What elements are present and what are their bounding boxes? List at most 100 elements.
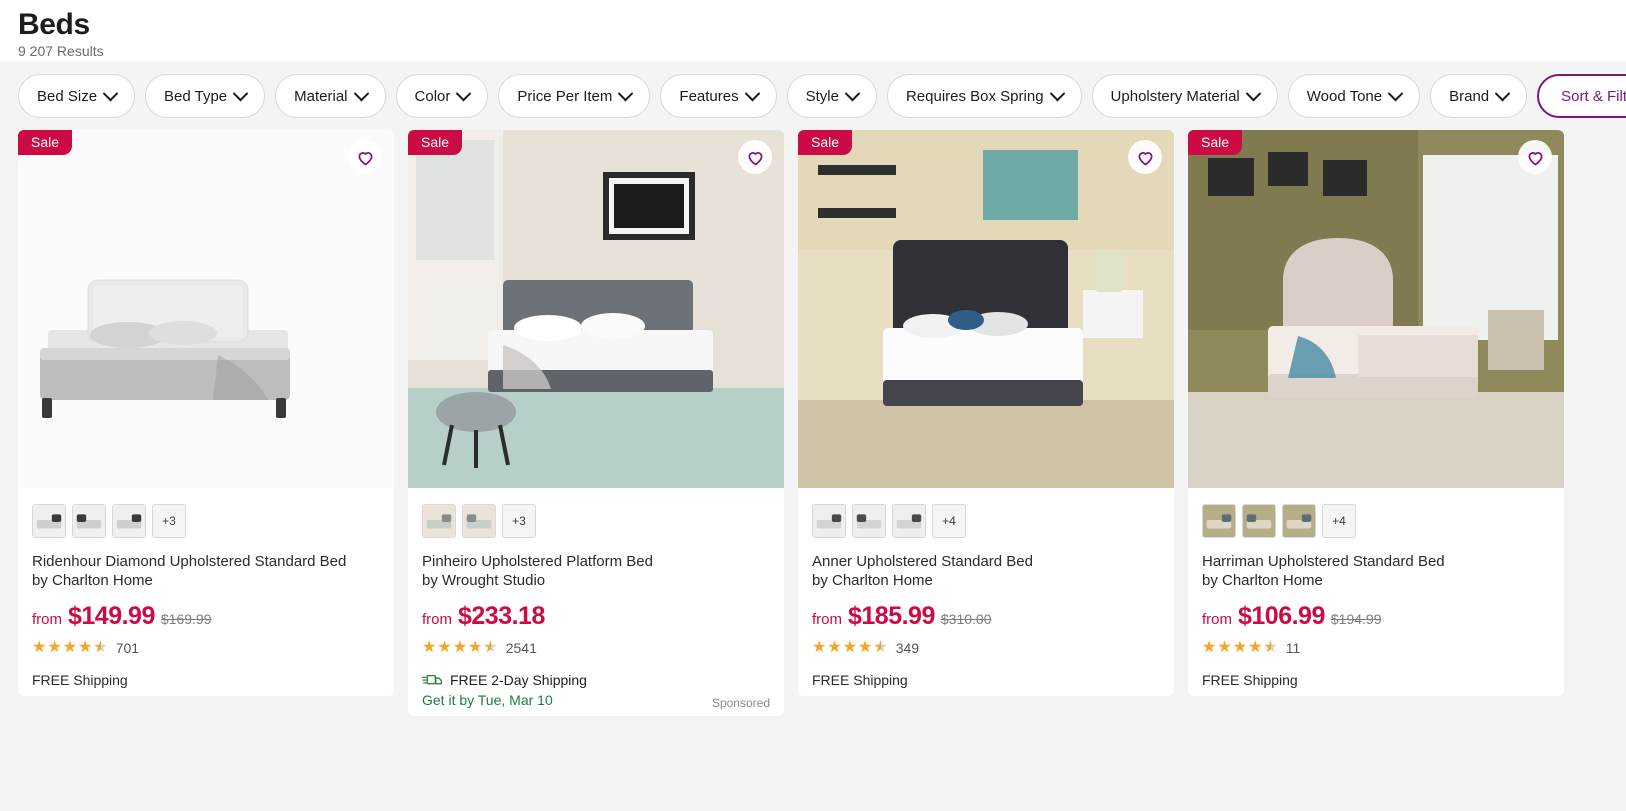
product-image[interactable]: Sale <box>798 130 1174 488</box>
price-prefix: from <box>1202 611 1232 628</box>
thumbnail[interactable] <box>892 504 926 538</box>
more-thumbnails-badge[interactable]: +4 <box>1322 504 1356 538</box>
thumbnail[interactable] <box>812 504 846 538</box>
review-count: 2541 <box>505 640 537 656</box>
thumbnail[interactable] <box>1202 504 1236 538</box>
rating-row[interactable]: ★★★★★ ★★★★★ 701 <box>32 639 380 657</box>
favorite-heart-icon[interactable] <box>1518 140 1552 174</box>
shipping-block: FREE Shipping <box>812 672 1160 688</box>
shipping-line: FREE Shipping <box>32 672 380 688</box>
filter-chip-wood-tone[interactable]: Wood Tone <box>1287 74 1421 118</box>
product-card[interactable]: Sale +3 Ridenhour Diamond Upholstered Stan… <box>18 130 394 696</box>
favorite-heart-icon[interactable] <box>1128 140 1162 174</box>
current-price: $233.18 <box>458 602 545 630</box>
chevron-down-icon <box>102 85 119 101</box>
chevron-down-icon <box>456 85 472 101</box>
thumbnail[interactable] <box>112 504 146 538</box>
more-thumbnails-badge[interactable]: +4 <box>932 504 966 538</box>
thumbnail[interactable] <box>1282 504 1316 538</box>
review-count: 349 <box>895 640 920 656</box>
rating-row[interactable]: ★★★★★ ★★★★★ 349 <box>812 639 1160 657</box>
shipping-block: FREE Shipping <box>1202 672 1550 688</box>
product-title[interactable]: Anner Upholstered Standard Bed by Charlto… <box>812 552 1160 590</box>
product-title[interactable]: Ridenhour Diamond Upholstered Standard B… <box>32 552 380 590</box>
product-image[interactable]: Sale <box>18 130 394 488</box>
favorite-heart-icon[interactable] <box>348 140 382 174</box>
star-rating-icon: ★★★★★ ★★★★★ <box>32 639 109 656</box>
shipping-label: FREE Shipping <box>32 672 128 688</box>
filter-chip-brand[interactable]: Brand <box>1430 74 1528 118</box>
filter-chip-label: Brand <box>1449 87 1490 105</box>
thumbnail[interactable] <box>72 504 106 538</box>
price-prefix: from <box>812 611 842 628</box>
product-title[interactable]: Pinheiro Upholstered Platform Bed by Wrou… <box>422 552 770 590</box>
current-price: $106.99 <box>1238 602 1325 630</box>
thumbnail-row: +4 <box>798 488 1174 538</box>
review-count: 701 <box>115 640 140 656</box>
original-price: $194.99 <box>1330 611 1382 627</box>
rating-row[interactable]: ★★★★★ ★★★★★ 2541 <box>422 639 770 657</box>
favorite-heart-icon[interactable] <box>738 140 772 174</box>
thumbnail[interactable] <box>32 504 66 538</box>
thumbnail-row: +4 <box>1188 488 1564 538</box>
product-card[interactable]: Sale +3 Pinheiro Upholstered Platform Bed b… <box>408 130 784 716</box>
shipping-line: FREE 2-Day Shipping <box>422 672 770 688</box>
sale-badge: Sale <box>18 130 73 155</box>
product-title-text: Ridenhour Diamond Upholstered Standard B… <box>32 553 347 570</box>
filter-chip-features[interactable]: Features <box>660 74 777 118</box>
current-price: $149.99 <box>68 602 155 630</box>
product-grid: Sale +3 Ridenhour Diamond Upholstered Stan… <box>0 130 1626 716</box>
star-rating-icon: ★★★★★ ★★★★★ <box>1202 639 1279 656</box>
filter-chip-requires-box-spring[interactable]: Requires Box Spring <box>886 74 1082 118</box>
filter-chip-price-per-item[interactable]: Price Per Item <box>498 74 651 118</box>
product-image[interactable]: Sale <box>1188 130 1564 488</box>
rating-row[interactable]: ★★★★★ ★★★★★ 11 <box>1202 639 1550 657</box>
filter-chip-upholstery-material[interactable]: Upholstery Material <box>1091 74 1278 118</box>
sort-and-filter-label: Sort & Filter <box>1561 87 1626 105</box>
more-thumbnails-badge[interactable]: +3 <box>152 504 186 538</box>
product-card[interactable]: Sale +4 Harriman Upholstered Standard Bed b… <box>1188 130 1564 696</box>
chevron-down-icon <box>1049 85 1065 101</box>
sale-badge: Sale <box>408 130 463 155</box>
shipping-label: FREE Shipping <box>812 672 908 688</box>
filter-chip-label: Material <box>294 87 348 105</box>
thumbnail[interactable] <box>422 504 456 538</box>
product-brand: by Charlton Home <box>32 572 153 589</box>
product-brand: by Charlton Home <box>812 572 933 589</box>
filter-chip-label: Wood Tone <box>1306 87 1383 105</box>
price-row: from $149.99 $169.99 <box>32 602 380 631</box>
price-prefix: from <box>32 611 62 628</box>
filter-chip-color[interactable]: Color <box>395 74 489 118</box>
star-rating-icon: ★★★★★ ★★★★★ <box>422 639 499 656</box>
filter-chip-label: Color <box>414 87 451 105</box>
star-rating-icon: ★★★★★ ★★★★★ <box>812 639 889 656</box>
product-title-text: Harriman Upholstered Standard Bed <box>1202 553 1445 570</box>
price-row: from $185.99 $310.00 <box>812 602 1160 631</box>
chevron-down-icon <box>232 85 249 101</box>
product-card[interactable]: Sale +4 Anner Upholstered Standard Bed by C… <box>798 130 1174 696</box>
product-title[interactable]: Harriman Upholstered Standard Bed by Char… <box>1202 552 1550 590</box>
filter-chip-label: Bed Type <box>164 87 228 105</box>
truck-icon <box>422 674 443 684</box>
price-row: from $233.18 <box>422 602 770 631</box>
more-thumbnails-badge[interactable]: +3 <box>502 504 536 538</box>
thumbnail-row: +3 <box>18 488 394 538</box>
page-title: Beds <box>18 8 90 41</box>
thumbnail[interactable] <box>462 504 496 538</box>
filter-chip-bed-type[interactable]: Bed Type <box>145 74 266 118</box>
sort-and-filter-button[interactable]: Sort & Filter <box>1537 74 1626 118</box>
sponsored-label: Sponsored <box>711 696 770 710</box>
chevron-down-icon <box>618 85 634 101</box>
product-image[interactable]: Sale <box>408 130 784 488</box>
chevron-down-icon <box>844 85 861 101</box>
filter-chip-style[interactable]: Style <box>786 74 877 118</box>
chevron-down-icon <box>1494 85 1511 101</box>
product-title-text: Anner Upholstered Standard Bed <box>812 553 1033 570</box>
filter-chip-material[interactable]: Material <box>275 74 386 118</box>
thumbnail[interactable] <box>1242 504 1276 538</box>
chevron-down-icon <box>1245 85 1262 101</box>
chevron-down-icon <box>1387 85 1404 101</box>
thumbnail[interactable] <box>852 504 886 538</box>
filter-chip-bed-size[interactable]: Bed Size <box>18 74 136 118</box>
shipping-line: FREE Shipping <box>1202 672 1550 688</box>
